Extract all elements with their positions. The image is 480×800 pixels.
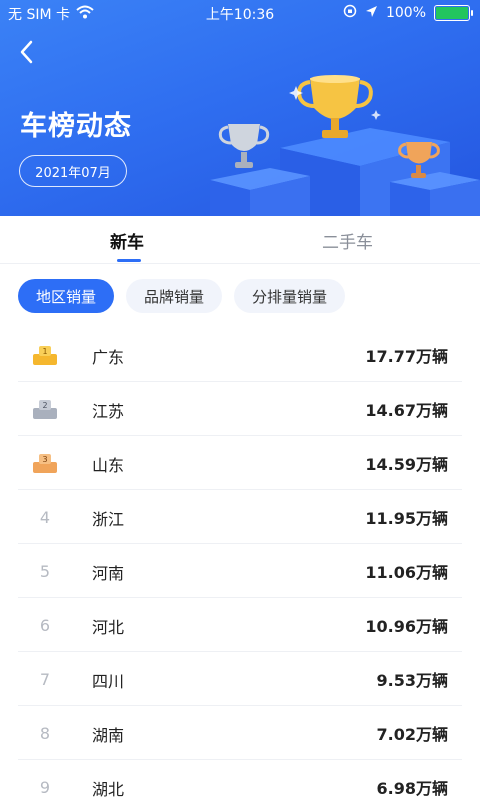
sales-value: 17.77万辆 xyxy=(365,347,448,366)
rank-number: 7 xyxy=(39,669,51,689)
region-name: 湖南 xyxy=(92,726,125,745)
bronze-medal-icon: 3 xyxy=(18,436,72,490)
list-item[interactable]: 6 河北 10.96万辆 xyxy=(18,598,462,652)
list-item[interactable]: 1 广东 17.77万辆 xyxy=(18,328,462,382)
region-name: 山东 xyxy=(92,456,125,475)
battery-percent: 100% xyxy=(385,5,426,21)
silver-medal-icon: 2 xyxy=(18,382,72,436)
back-arrow-icon[interactable] xyxy=(16,38,40,66)
filter-chips: 地区销量 品牌销量 分排量销量 xyxy=(18,279,346,313)
tab-used-car[interactable]: 二手车 xyxy=(322,228,373,253)
list-item[interactable]: 8 湖南 7.02万辆 xyxy=(18,706,462,760)
sales-value: 14.67万辆 xyxy=(365,401,448,420)
date-selector[interactable]: 2021年07月 xyxy=(19,155,127,187)
rank-number: 5 xyxy=(39,561,51,581)
list-item[interactable]: 7 四川 9.53万辆 xyxy=(18,652,462,706)
status-bar: 无 SIM 卡 上午10:36 100% xyxy=(0,0,480,26)
active-tab-indicator xyxy=(117,259,141,262)
list-item[interactable]: 9 湖北 6.98万辆 xyxy=(18,760,462,800)
rank-number: 4 xyxy=(39,507,51,527)
ranking-list: 1 广东 17.77万辆 2 江苏 14.67万辆 3 山东 14.59万辆 4 xyxy=(18,328,462,800)
region-name: 河南 xyxy=(92,564,125,583)
gold-medal-icon: 1 xyxy=(18,328,72,382)
filter-brand-sales[interactable]: 品牌销量 xyxy=(126,279,223,313)
rank-number: 6 xyxy=(39,615,51,635)
trophy-podium-illustration xyxy=(210,75,480,216)
tab-new-car[interactable]: 新车 xyxy=(110,228,144,253)
silver-trophy-icon xyxy=(218,124,270,168)
svg-text:1: 1 xyxy=(42,347,47,356)
sales-value: 11.06万辆 xyxy=(365,563,448,582)
list-item[interactable]: 3 山东 14.59万辆 xyxy=(18,436,462,490)
list-item[interactable]: 2 江苏 14.67万辆 xyxy=(18,382,462,436)
sales-value: 9.53万辆 xyxy=(376,671,448,690)
sales-value: 14.59万辆 xyxy=(365,455,448,474)
list-item[interactable]: 4 浙江 11.95万辆 xyxy=(18,490,462,544)
region-name: 浙江 xyxy=(92,510,125,529)
svg-text:3: 3 xyxy=(42,455,47,464)
sales-value: 7.02万辆 xyxy=(376,725,448,744)
rank-number: 9 xyxy=(39,777,51,797)
sales-value: 10.96万辆 xyxy=(365,617,448,636)
battery-icon xyxy=(434,5,473,21)
region-name: 河北 xyxy=(92,618,125,637)
page-title: 车榜动态 xyxy=(20,111,132,142)
tab-bar: 新车 二手车 xyxy=(0,216,480,264)
region-name: 湖北 xyxy=(92,780,125,799)
rank-number: 8 xyxy=(39,723,51,743)
filter-region-sales[interactable]: 地区销量 xyxy=(18,279,115,313)
orientation-lock-icon xyxy=(343,4,357,22)
filter-displacement-sales[interactable]: 分排量销量 xyxy=(234,279,346,313)
gold-trophy-icon xyxy=(297,75,373,138)
sales-value: 11.95万辆 xyxy=(365,509,448,528)
region-name: 江苏 xyxy=(92,402,125,421)
svg-text:2: 2 xyxy=(42,401,47,410)
list-item[interactable]: 5 河南 11.06万辆 xyxy=(18,544,462,598)
location-arrow-icon xyxy=(365,5,378,22)
region-name: 四川 xyxy=(92,672,125,691)
header-banner: 无 SIM 卡 上午10:36 100% 车榜动态 2021年07月 xyxy=(0,0,480,216)
sales-value: 6.98万辆 xyxy=(376,779,448,798)
region-name: 广东 xyxy=(92,348,125,367)
